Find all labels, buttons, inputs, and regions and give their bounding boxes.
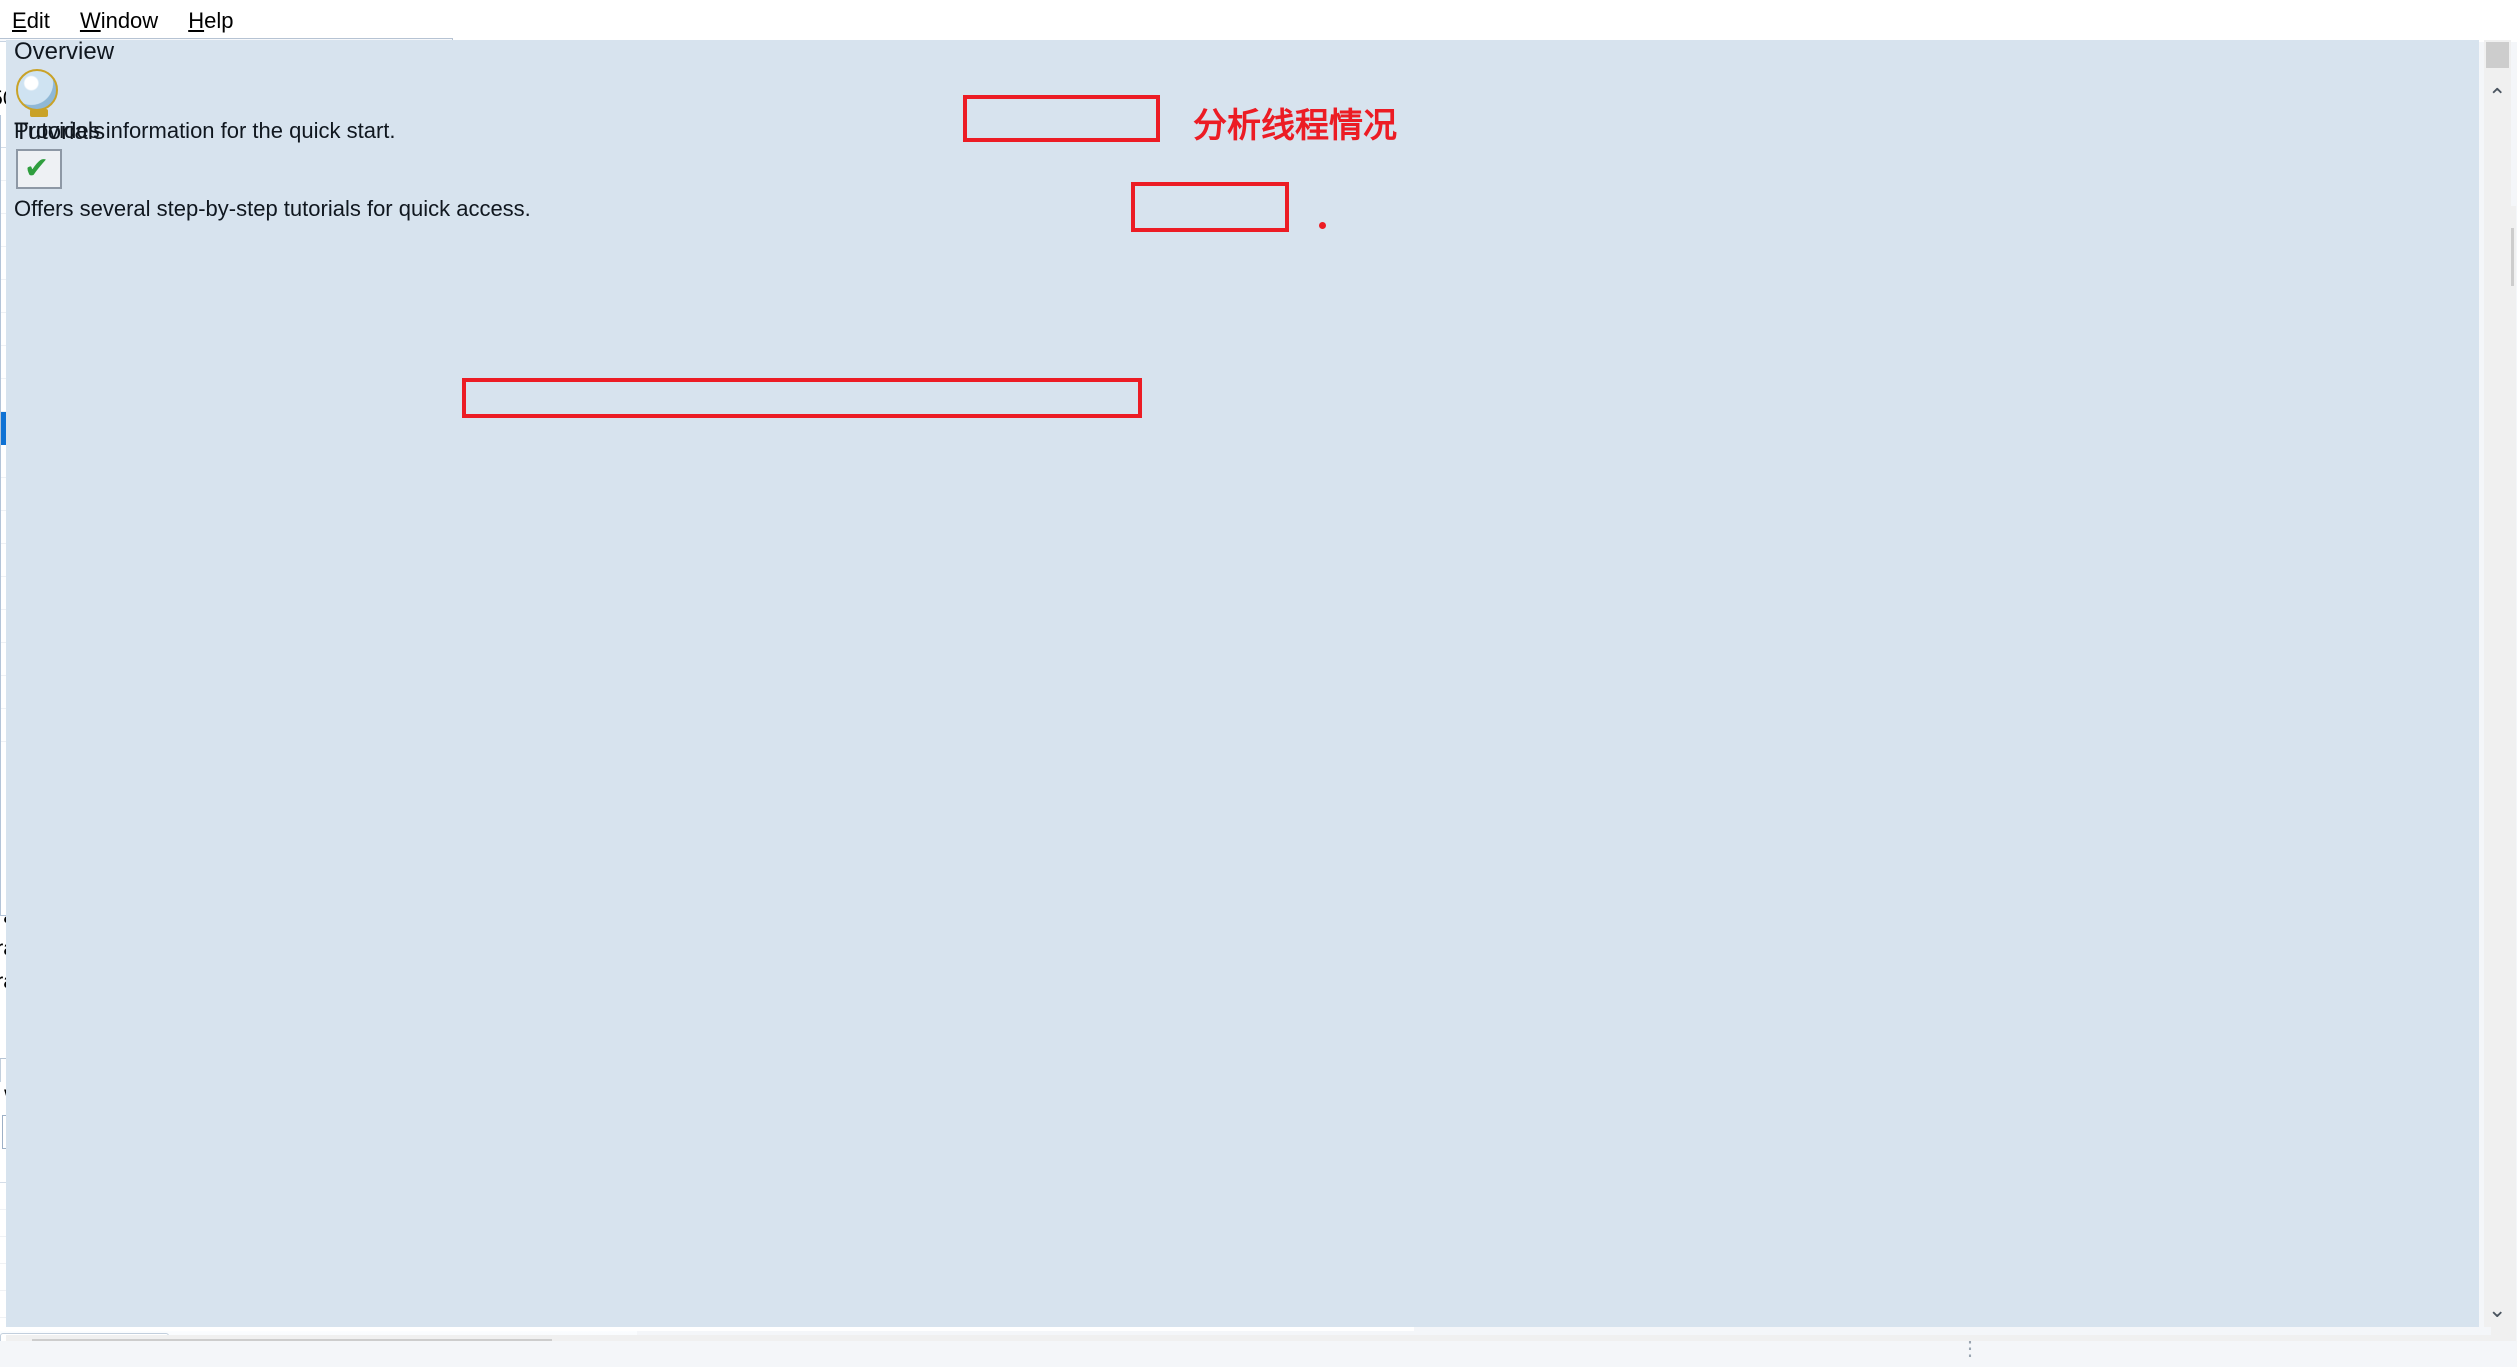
resize-grip[interactable]: ⋮	[1960, 1336, 1982, 1361]
scroll-down-icon[interactable]: ⌄	[2488, 1297, 2506, 1323]
welcome-overview-heading: Overview	[14, 40, 115, 65]
menu-item-window[interactable]: Window	[80, 8, 158, 34]
menu-item-edit[interactable]: Edit	[12, 8, 50, 34]
status-bar	[0, 1341, 2517, 1367]
welcome-vscroll-thumb[interactable]	[2486, 42, 2509, 68]
welcome-tutorials-text: Offers several step-by-step tutorials fo…	[14, 195, 531, 221]
scroll-up-icon[interactable]: ⌃	[2488, 84, 2506, 110]
welcome-content: Overview Provides information for the qu…	[6, 40, 2479, 1327]
tutorial-icon	[16, 148, 62, 189]
annotation-dot	[1319, 222, 1326, 229]
eclipse-mat-window: Edit Window Help Inspector ✕ ⇄ 0xff73d05…	[0, 0, 2517, 1367]
menu-item-help[interactable]: Help	[188, 8, 233, 34]
menu-bar: Edit Window Help	[0, 0, 2517, 42]
globe-icon	[16, 69, 58, 118]
annotation-label-analyze-threads: 分析线程情况	[1193, 107, 1397, 145]
welcome-vertical-scrollbar[interactable]: ⌃ ⌄	[2484, 40, 2511, 1327]
